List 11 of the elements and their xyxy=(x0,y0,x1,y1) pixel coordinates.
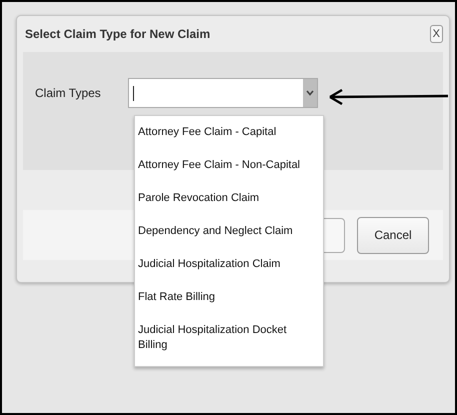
dropdown-option[interactable]: Dependency and Neglect Claim xyxy=(135,215,323,248)
dropdown-option[interactable]: Attorney Fee Claim - Capital xyxy=(135,116,323,149)
dialog-title: Select Claim Type for New Claim xyxy=(25,27,210,41)
cancel-button[interactable]: Cancel xyxy=(357,216,429,254)
dropdown-option[interactable]: Judicial Hospitalization Claim xyxy=(135,248,323,281)
dropdown-option[interactable]: Judicial Hospitalization Docket Billing xyxy=(135,314,323,362)
dropdown-option[interactable]: Flat Rate Billing xyxy=(135,281,323,314)
dropdown-option[interactable]: Parole Revocation Claim xyxy=(135,182,323,215)
close-button[interactable]: X xyxy=(430,25,443,43)
dropdown-option[interactable]: Attorney Fee Claim - Non-Capital xyxy=(135,149,323,182)
field-label: Claim Types xyxy=(35,86,101,100)
